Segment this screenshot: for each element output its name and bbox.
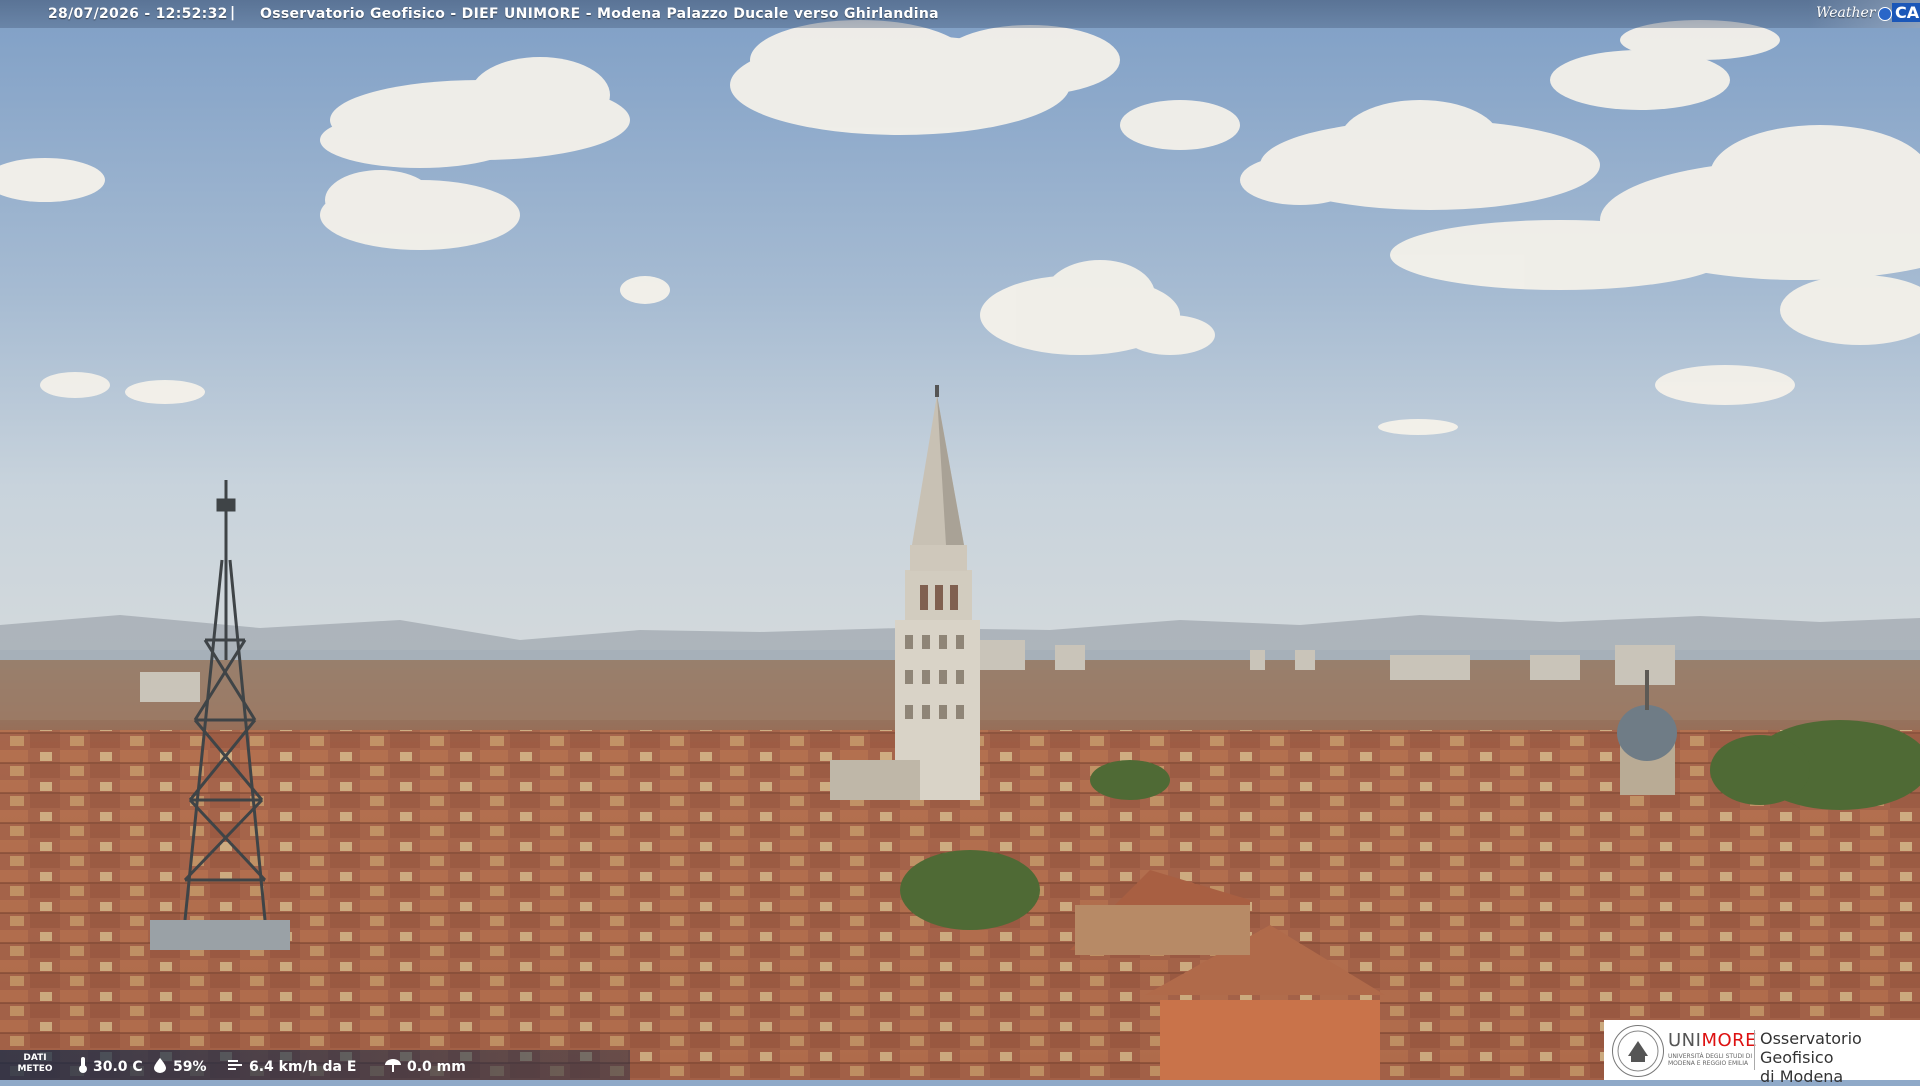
wind-icon [226,1057,244,1077]
thermometer-icon [78,1057,88,1077]
unimore-wordmark: UNIMORE [1668,1030,1758,1051]
temperature-value: 30.0 C [93,1059,143,1075]
university-subtitle: UNIVERSITÀ DEGLI STUDI DI MODENA E REGGI… [1668,1053,1753,1067]
temperature-readout: 30.0 C [78,1057,143,1077]
timestamp: 28/07/2026 - 12:52:32 [48,6,228,22]
camera-title: Osservatorio Geofisico - DIEF UNIMORE - … [260,6,939,22]
brand-weather: Weather [1816,5,1876,21]
observatory-name: Osservatorio Geofisico di Modena [1760,1029,1862,1086]
humidity-readout: 59% [152,1057,207,1077]
brand-cam: CAM [1892,3,1920,22]
rain-icon [384,1057,402,1077]
university-seal-icon [1612,1025,1664,1077]
separator: | [230,5,236,21]
meteo-bar: DATI METEO 30.0 C 59% 6.4 km/h da E 0.0 … [0,1050,630,1080]
rain-value: 0.0 mm [407,1059,466,1075]
globe-icon [1878,7,1892,21]
rain-readout: 0.0 mm [384,1057,466,1077]
info-bar-top: 28/07/2026 - 12:52:32 | Osservatorio Geo… [0,0,1920,28]
humidity-drop-icon [152,1057,168,1077]
logo-divider [1754,1030,1755,1070]
weathercam-logo: Weather CAM [1808,0,1920,28]
webcam-scene [0,0,1920,1080]
wind-readout: 6.4 km/h da E [226,1057,356,1077]
humidity-value: 59% [173,1059,207,1075]
wind-value: 6.4 km/h da E [249,1059,357,1075]
meteo-label: DATI METEO [17,1053,53,1074]
unimore-logo: UNIMORE UNIVERSITÀ DEGLI STUDI DI MODENA… [1604,1020,1920,1086]
